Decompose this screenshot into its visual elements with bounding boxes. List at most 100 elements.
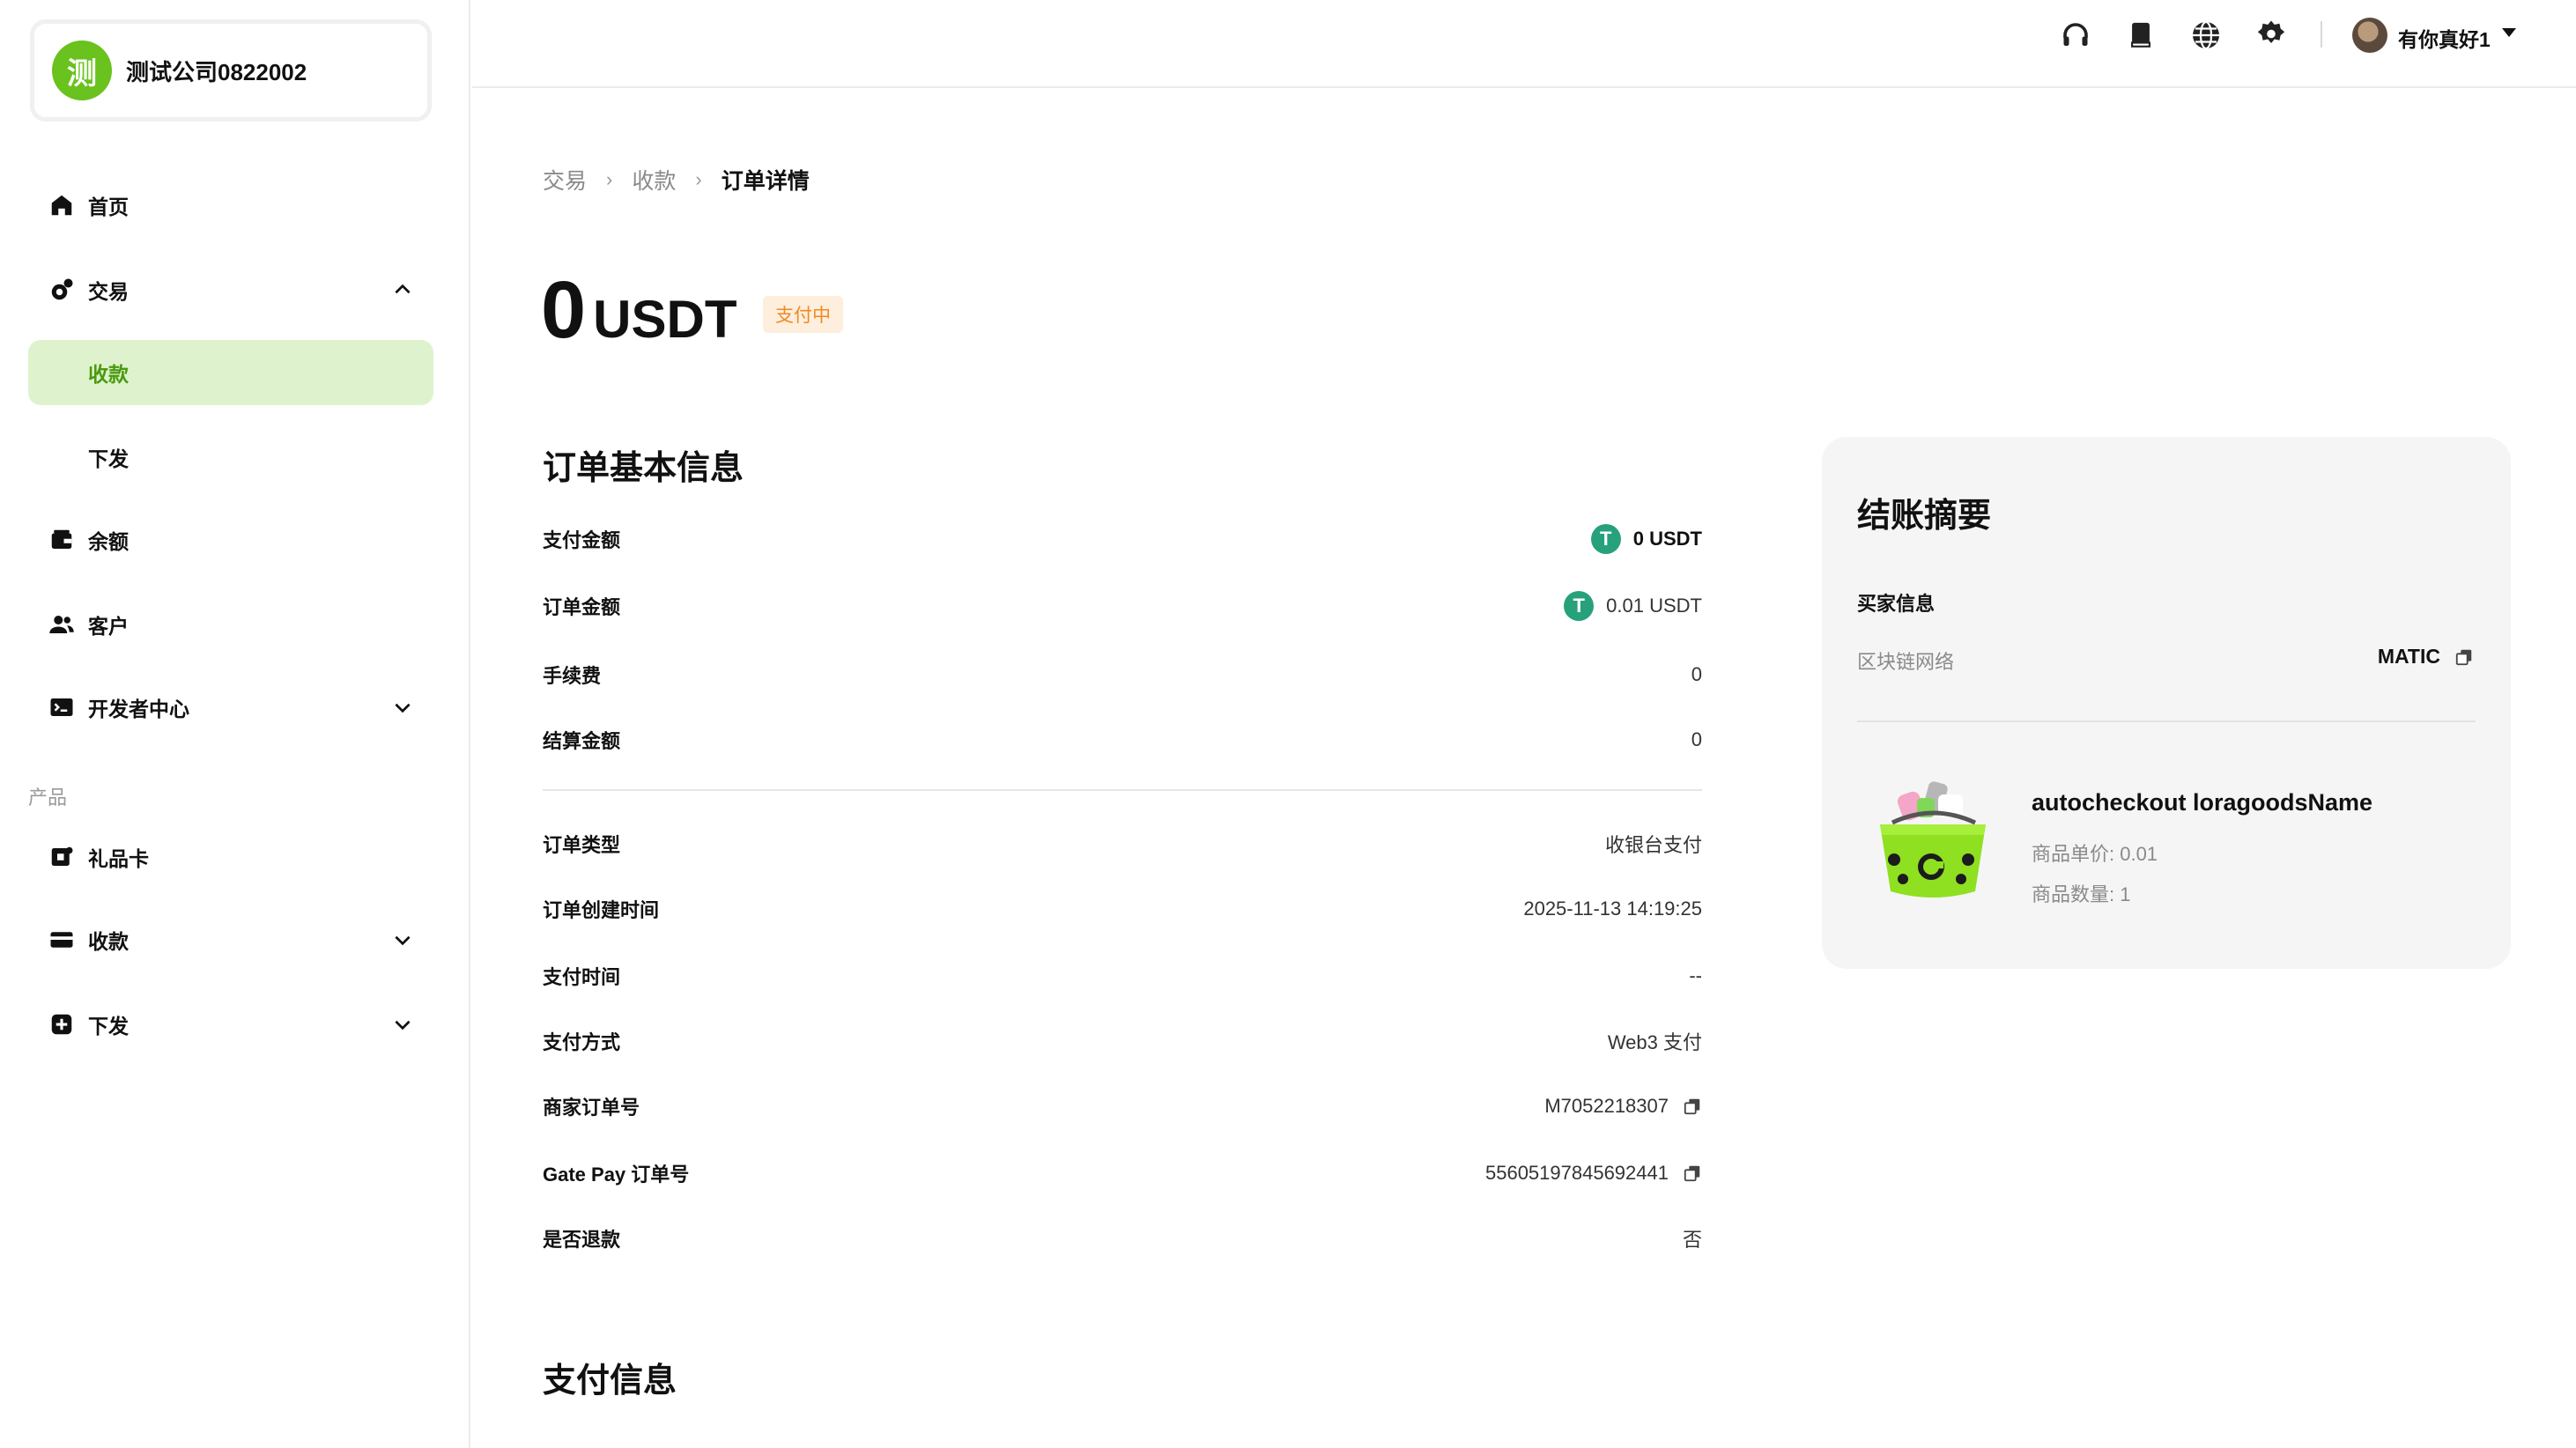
chevron-down-icon: [395, 935, 411, 946]
sidebar-item-home[interactable]: 首页: [28, 173, 433, 238]
company-switcher[interactable]: 测 测试公司0822002: [30, 19, 432, 122]
chain-network-label: 区块链网络: [1857, 651, 1955, 673]
gift-card-icon: [48, 843, 76, 871]
sidebar-item-label: 礼品卡: [88, 847, 149, 870]
order-amount-value: 0.01 USDT: [1606, 595, 1702, 617]
settlement-value: 0: [1691, 728, 1702, 750]
info-row-created-time: 订单创建时间 2025-11-13 14:19:25: [543, 891, 1702, 927]
company-avatar: 测: [52, 41, 112, 100]
row-label: 手续费: [543, 665, 602, 687]
chevron-down-icon: [395, 703, 411, 713]
status-badge: 支付中: [763, 296, 843, 333]
amount-value: 0: [541, 265, 587, 355]
sidebar-item-label: 首页: [88, 196, 129, 218]
row-label: 商家订单号: [543, 1097, 640, 1119]
sidebar-item-label: 收款: [88, 930, 129, 953]
row-label: Gate Pay 订单号: [543, 1164, 690, 1186]
caret-down-icon[interactable]: [2502, 28, 2516, 37]
sidebar-item-label: 开发者中心: [88, 698, 189, 720]
info-row-merchant-order: 商家订单号 M7052218307: [543, 1089, 1702, 1124]
sidebar-section-label: 产品: [28, 787, 68, 809]
info-row-pay-time: 支付时间 --: [543, 958, 1702, 994]
sidebar-item-collection[interactable]: 收款: [28, 340, 433, 405]
copy-icon[interactable]: [2454, 647, 2474, 667]
sidebar-item-gift-card[interactable]: 礼品卡: [28, 824, 433, 890]
row-label: 是否退款: [543, 1229, 621, 1251]
book-icon[interactable]: [2123, 18, 2158, 53]
sidebar-item-collection-product[interactable]: 收款: [28, 907, 433, 972]
chevron-down-icon: [395, 1020, 411, 1031]
order-amount: 0 USDT: [541, 270, 737, 351]
copy-icon[interactable]: [1683, 1097, 1702, 1116]
sidebar-item-transaction[interactable]: 交易: [28, 257, 433, 322]
usdt-icon: T: [1564, 591, 1595, 621]
breadcrumb: 交易 › 收款 › 订单详情: [543, 164, 810, 196]
info-row-pay-amount: 支付金额 T 0 USDT: [543, 521, 1702, 557]
wallet-icon: [48, 526, 76, 554]
summary-divider: [1857, 720, 2476, 722]
usdt-icon: T: [1590, 524, 1621, 554]
section-divider: [543, 789, 1702, 791]
copy-icon[interactable]: [1683, 1164, 1702, 1183]
summary-title: 结账摘要: [1857, 498, 1992, 535]
amount-currency: USDT: [593, 290, 737, 349]
user-name[interactable]: 有你真好1: [2398, 23, 2491, 53]
avatar[interactable]: [2352, 18, 2387, 53]
order-info-title: 订单基本信息: [543, 450, 744, 487]
fee-value: 0: [1691, 663, 1702, 685]
pay-time-value: --: [1689, 964, 1702, 986]
gatepay-order-value: 55605197845692441: [1484, 1162, 1669, 1184]
pay-method-value: Web3 支付: [1607, 1031, 1702, 1053]
sidebar-item-label: 下发: [88, 1015, 129, 1038]
sidebar-item-developer[interactable]: 开发者中心: [28, 675, 433, 740]
home-icon: [48, 191, 76, 219]
sidebar-item-balance[interactable]: 余额: [28, 507, 433, 573]
buyer-info-label: 买家信息: [1857, 593, 1936, 615]
row-label: 支付金额: [543, 529, 621, 551]
headset-icon[interactable]: [2058, 18, 2093, 53]
chevron-up-icon: [395, 284, 411, 294]
row-label: 结算金额: [543, 730, 621, 752]
row-value: T 0 USDT: [1590, 524, 1702, 554]
payment-info-title: 支付信息: [543, 1363, 677, 1400]
gear-icon[interactable]: [2254, 18, 2289, 53]
shopping-basket-icon: [1880, 781, 1986, 898]
company-name: 测试公司0822002: [126, 58, 307, 85]
sidebar-item-payout-sub[interactable]: 下发: [28, 425, 433, 490]
pay-amount-value: 0 USDT: [1632, 528, 1702, 550]
row-value: T 0.01 USDT: [1564, 591, 1702, 621]
chain-value-text: MATIC: [2377, 645, 2440, 668]
merchant-order-value: M7052218307: [1544, 1095, 1669, 1117]
sidebar-item-label: 余额: [88, 530, 129, 553]
breadcrumb-transaction[interactable]: 交易: [543, 164, 587, 196]
info-row-order-amount: 订单金额 T 0.01 USDT: [543, 588, 1702, 624]
info-row-gatepay-order: Gate Pay 订单号 55605197845692441: [543, 1156, 1702, 1191]
globe-icon[interactable]: [2188, 18, 2224, 53]
sidebar-item-label: 客户: [88, 615, 129, 638]
breadcrumb-collection[interactable]: 收款: [632, 164, 676, 196]
chain-network-value: MATIC: [2378, 645, 2474, 669]
row-label: 支付时间: [543, 966, 621, 988]
row-label: 订单金额: [543, 596, 621, 618]
sidebar-item-payout-product[interactable]: 下发: [28, 992, 433, 1057]
transaction-icon: [48, 276, 76, 304]
topbar-divider: [2321, 21, 2322, 48]
info-row-refund: 是否退款 否: [543, 1221, 1702, 1256]
sidebar-item-label: 下发: [88, 447, 129, 470]
created-time-value: 2025-11-13 14:19:25: [1523, 898, 1702, 920]
row-value: 55605197845692441: [1485, 1162, 1702, 1185]
users-icon: [48, 610, 76, 639]
sidebar-item-label: 交易: [88, 280, 129, 303]
row-label: 订单创建时间: [543, 899, 660, 921]
card-icon: [48, 926, 76, 954]
sidebar: 测 测试公司0822002 首页 交易 收款 下发 余额 客户 开发者中心 产品…: [0, 0, 470, 1448]
info-row-pay-method: 支付方式 Web3 支付: [543, 1023, 1702, 1059]
terminal-icon: [48, 693, 76, 721]
info-row-fee: 手续费 0: [543, 657, 1702, 692]
chevron-right-icon: ›: [606, 168, 613, 190]
payout-icon: [48, 1010, 76, 1038]
product-unit-price: 商品单价: 0.01: [2032, 843, 2158, 865]
row-value: M7052218307: [1544, 1095, 1702, 1118]
refund-value: 否: [1682, 1229, 1702, 1251]
sidebar-item-customers[interactable]: 客户: [28, 592, 433, 657]
